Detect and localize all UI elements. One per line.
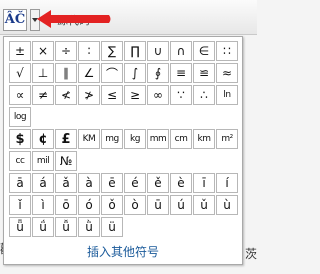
symbol-cell[interactable]: ≤ xyxy=(101,85,123,105)
symbol-cell[interactable]: ≮ xyxy=(55,85,77,105)
symbol-cell[interactable]: ü xyxy=(101,217,123,237)
symbol-cell[interactable]: KM xyxy=(78,129,100,149)
symbol-cell[interactable]: è xyxy=(170,173,192,193)
editor-toolbar: ÂČ 源代码 xyxy=(0,0,257,35)
symbol-cell[interactable]: ó xyxy=(78,195,100,215)
symbol-row: ǖǘǚǜü xyxy=(9,217,245,239)
symbol-cell[interactable]: ⊥ xyxy=(32,63,54,83)
symbol-cell[interactable]: ∈ xyxy=(193,41,215,61)
symbol-cell[interactable]: ū xyxy=(147,195,169,215)
symbol-cell[interactable]: ì xyxy=(32,195,54,215)
symbol-row: √ ⊥ ∥ ∠ ⌒ ∫ ∮ ≡ ≌ ≈ xyxy=(9,63,245,85)
background-text-right: 茨 xyxy=(244,247,257,261)
symbol-cell[interactable]: cc xyxy=(9,151,31,171)
symbol-cell[interactable]: mm xyxy=(147,129,169,149)
symbol-cell[interactable]: à xyxy=(78,173,100,193)
symbol-row: cc mil № xyxy=(9,151,245,173)
symbol-cell[interactable]: $ xyxy=(9,129,31,149)
symbol-cell[interactable]: ≯ xyxy=(78,85,100,105)
symbol-cell[interactable]: ú xyxy=(170,195,192,215)
symbol-cell[interactable]: ≌ xyxy=(193,63,215,83)
symbol-cell[interactable]: ǜ xyxy=(78,217,100,237)
symbol-cell[interactable]: ē xyxy=(101,173,123,193)
symbol-cell[interactable]: ∴ xyxy=(193,85,215,105)
symbol-cell[interactable]: ǒ xyxy=(101,195,123,215)
symbol-cell[interactable]: log xyxy=(9,107,31,127)
symbol-picker-panel: ± × ÷ ∶ ∑ ∏ ∪ ∩ ∈ ∷ √ ⊥ ∥ ∠ ⌒ ∫ ∮ ≡ ≌ ≈ ∝ ≠ ≮ ≯ ≤ ≥ ∞ ∵ ∴ ln log $ ¢ £ KM m… xyxy=(3,36,243,265)
red-arrow-annotation-icon xyxy=(37,10,111,28)
symbol-cell[interactable]: ± xyxy=(9,41,31,61)
symbol-cell[interactable]: á xyxy=(32,173,54,193)
symbol-cell[interactable]: mil xyxy=(32,151,54,171)
symbol-cell[interactable]: ∵ xyxy=(170,85,192,105)
symbol-row: ǐìōóǒòūúǔù xyxy=(9,195,245,217)
symbol-cell[interactable]: ∩ xyxy=(170,41,192,61)
symbol-cell[interactable]: ā xyxy=(9,173,31,193)
symbol-cell[interactable]: mg xyxy=(101,129,123,149)
symbol-cell[interactable]: ≥ xyxy=(124,85,146,105)
symbol-grid: ± × ÷ ∶ ∑ ∏ ∪ ∩ ∈ ∷ √ ⊥ ∥ ∠ ⌒ ∫ ∮ ≡ ≌ ≈ ∝ ≠ ≮ ≯ ≤ ≥ ∞ ∵ ∴ ln log $ ¢ £ KM m… xyxy=(9,41,245,239)
symbol-cell[interactable]: ī xyxy=(193,173,215,193)
symbol-cell[interactable]: ∑ xyxy=(101,41,123,61)
symbol-cell[interactable]: ∷ xyxy=(216,41,238,61)
symbol-cell[interactable]: ǚ xyxy=(55,217,77,237)
symbol-row: ± × ÷ ∶ ∑ ∏ ∪ ∩ ∈ ∷ xyxy=(9,41,245,63)
symbol-cell[interactable]: km xyxy=(193,129,215,149)
symbol-cell[interactable]: ¢ xyxy=(32,129,54,149)
symbol-cell[interactable]: × xyxy=(32,41,54,61)
symbol-cell[interactable]: ∥ xyxy=(55,63,77,83)
symbol-row: āáǎàēéěèīí xyxy=(9,173,245,195)
symbol-cell[interactable]: √ xyxy=(9,63,31,83)
symbol-row: ∝ ≠ ≮ ≯ ≤ ≥ ∞ ∵ ∴ ln xyxy=(9,85,245,107)
symbol-cell[interactable]: ≈ xyxy=(216,63,238,83)
symbol-cell[interactable]: ò xyxy=(124,195,146,215)
symbol-cell[interactable]: í xyxy=(216,173,238,193)
symbol-cell[interactable]: ō xyxy=(55,195,77,215)
symbol-cell[interactable]: £ xyxy=(55,129,77,149)
symbol-cell[interactable]: ∏ xyxy=(124,41,146,61)
symbol-cell[interactable]: ≡ xyxy=(170,63,192,83)
symbol-cell[interactable]: é xyxy=(124,173,146,193)
symbol-cell[interactable]: ∶ xyxy=(78,41,100,61)
insert-other-symbols-link[interactable]: 插入其他符号 xyxy=(4,243,242,260)
symbol-cell[interactable]: ǖ xyxy=(9,217,31,237)
symbol-cell[interactable]: ù xyxy=(216,195,238,215)
symbol-row: log xyxy=(9,107,245,129)
symbol-cell[interactable]: ǔ xyxy=(193,195,215,215)
symbol-row: $ ¢ £ KM mg kg mm cm km m² xyxy=(9,129,245,151)
symbol-cell[interactable]: ln xyxy=(216,85,238,105)
symbol-cell[interactable]: ∞ xyxy=(147,85,169,105)
symbol-cell[interactable]: ≠ xyxy=(32,85,54,105)
symbol-cell[interactable]: ⌒ xyxy=(101,63,123,83)
symbol-cell[interactable]: ǎ xyxy=(55,173,77,193)
symbol-cell[interactable]: ě xyxy=(147,173,169,193)
symbol-cell[interactable]: cm xyxy=(170,129,192,149)
symbol-cell[interactable]: m² xyxy=(216,129,238,149)
symbol-cell[interactable]: ∪ xyxy=(147,41,169,61)
symbol-cell[interactable]: ÷ xyxy=(55,41,77,61)
symbol-cell[interactable]: ∠ xyxy=(78,63,100,83)
symbol-cell[interactable]: ∮ xyxy=(147,63,169,83)
symbol-cell[interactable]: kg xyxy=(124,129,146,149)
symbol-cell[interactable]: ǐ xyxy=(9,195,31,215)
symbol-cell[interactable]: ∝ xyxy=(9,85,31,105)
symbol-cell[interactable]: ǘ xyxy=(32,217,54,237)
special-symbol-button[interactable]: ÂČ xyxy=(3,9,27,31)
symbol-cell[interactable]: ∫ xyxy=(124,63,146,83)
symbol-cell[interactable]: № xyxy=(55,151,77,171)
